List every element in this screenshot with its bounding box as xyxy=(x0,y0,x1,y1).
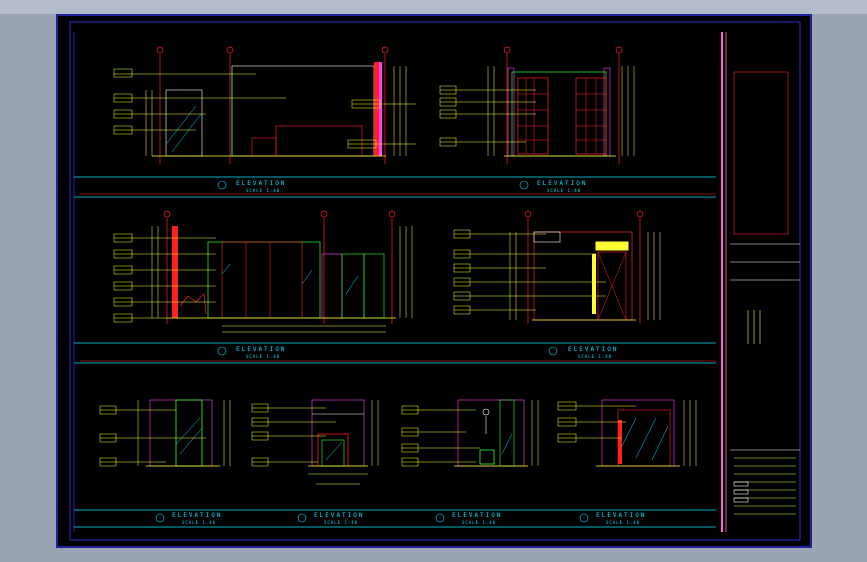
elevation-label-top-right: ELEVATION xyxy=(537,180,588,187)
elevation-mid-left-drawing xyxy=(113,210,413,333)
elevation-bottom-1-drawing xyxy=(99,399,231,467)
scale-label-mid-right: SCALE 1:40 xyxy=(578,354,613,359)
cad-viewer: ELEVATION SCALE 1:40 ELEVATION SCALE 1:4… xyxy=(0,0,867,562)
scale-label-mid-left: SCALE 1:40 xyxy=(246,354,281,359)
elevation-markers xyxy=(155,180,589,523)
elevation-label-mid-right: ELEVATION xyxy=(568,346,619,353)
elevation-label-mid-left: ELEVATION xyxy=(236,346,287,353)
inner-frame xyxy=(69,21,801,541)
title-block xyxy=(730,71,800,515)
elevation-top-right-drawing xyxy=(439,46,635,164)
elevation-mid-right-drawing xyxy=(453,210,661,324)
elevation-bottom-3-drawing xyxy=(401,399,539,467)
row-separators xyxy=(74,176,716,528)
scale-label-bottom-4: SCALE 1:40 xyxy=(606,520,641,525)
scale-label-top-left: SCALE 1:40 xyxy=(246,188,281,193)
scale-label-bottom-2: SCALE 1:40 xyxy=(324,520,359,525)
elevation-bottom-2-drawing xyxy=(251,399,379,485)
scale-label-bottom-1: SCALE 1:40 xyxy=(182,520,217,525)
outer-frame xyxy=(56,14,812,548)
viewer-top-strip xyxy=(0,0,867,14)
elevation-label-bottom-4: ELEVATION xyxy=(596,512,647,519)
elevation-label-bottom-2: ELEVATION xyxy=(314,512,365,519)
drawing-sheet[interactable]: ELEVATION SCALE 1:40 ELEVATION SCALE 1:4… xyxy=(56,14,812,548)
elevation-label-bottom-1: ELEVATION xyxy=(172,512,223,519)
elevation-drawing xyxy=(56,14,812,548)
elevation-label-bottom-3: ELEVATION xyxy=(452,512,503,519)
elevation-top-left-drawing xyxy=(113,46,416,164)
elevation-bottom-4-drawing xyxy=(557,399,697,467)
elevation-label-top-left: ELEVATION xyxy=(236,180,287,187)
scale-label-bottom-3: SCALE 1:40 xyxy=(462,520,497,525)
scale-label-top-right: SCALE 1:40 xyxy=(547,188,582,193)
